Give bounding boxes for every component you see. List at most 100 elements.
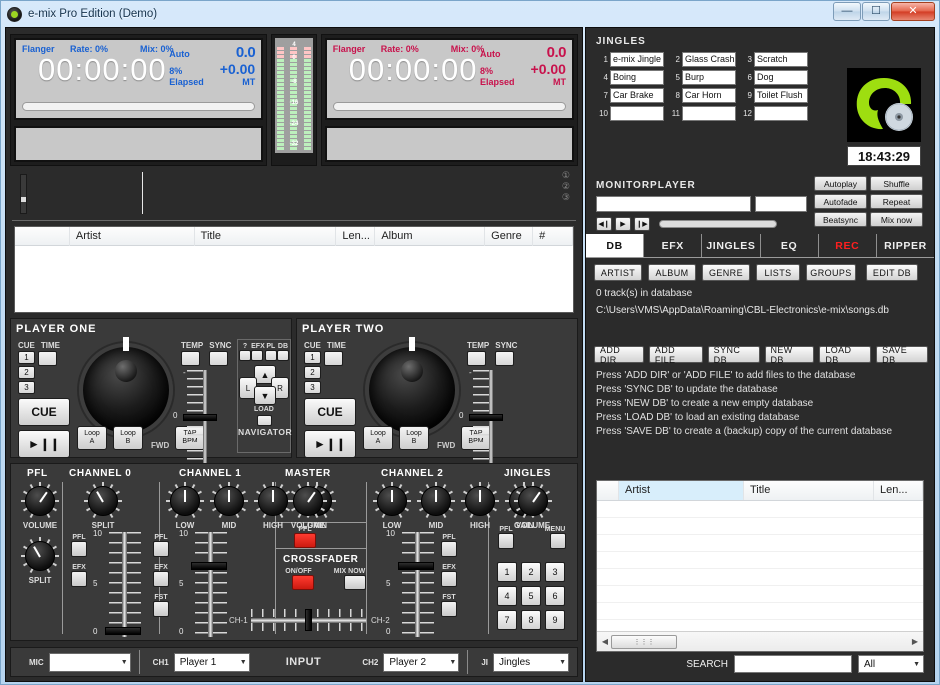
crossfader-onoff-button[interactable] — [292, 575, 314, 590]
shuffle-button[interactable]: Shuffle — [870, 176, 923, 191]
ji-select[interactable]: Jingles ▼ — [493, 652, 569, 672]
ch2-mid-knob[interactable] — [417, 482, 455, 520]
jingle-field-9[interactable]: Toilet Flush — [754, 88, 808, 103]
player-two-temp-button[interactable] — [467, 351, 486, 366]
player-two-play-pause-button[interactable]: ►❙❙ — [304, 430, 356, 458]
mixnow-button[interactable]: Mix now — [870, 212, 923, 227]
jingle-pad-4[interactable]: 4 — [497, 586, 517, 606]
player-one-cue-2[interactable]: 2 — [18, 366, 35, 379]
jingle-field-10[interactable] — [610, 106, 664, 121]
db-table-body[interactable] — [597, 501, 923, 631]
player-two-loop-b[interactable]: Loop B — [399, 426, 429, 450]
ch2-pfl-button[interactable] — [441, 541, 457, 557]
db-table-hscrollbar[interactable]: ◀ ⋮⋮⋮ ▶ — [597, 631, 923, 651]
ch0-split-knob[interactable] — [84, 482, 122, 520]
tab-jingles[interactable]: JINGLES — [702, 234, 761, 257]
player-one-cue-button[interactable]: CUE — [18, 398, 70, 426]
player-two-jogwheel[interactable] — [365, 337, 459, 437]
player-two-cue-3[interactable]: 3 — [304, 381, 321, 394]
waveform-marker-3[interactable]: ③ — [562, 192, 570, 203]
playlist-col-length[interactable]: Len... — [336, 227, 376, 246]
player-one-temp-button[interactable] — [181, 351, 200, 366]
player-two-cue-2[interactable]: 2 — [304, 366, 321, 379]
ch1-fst-button[interactable] — [153, 601, 169, 617]
db-addfile-button[interactable]: ADD FILE — [648, 345, 703, 365]
jingle-pad-1[interactable]: 1 — [497, 562, 517, 582]
ch2-fader-knob[interactable] — [398, 562, 434, 570]
waveform-marker-2[interactable]: ② — [562, 181, 570, 192]
player-one-nav-pl[interactable] — [264, 350, 277, 361]
pfl-volume-knob[interactable] — [21, 482, 59, 520]
jingle-pad-5[interactable]: 5 — [521, 586, 541, 606]
ch1-fader-knob[interactable] — [191, 562, 227, 570]
db-savedb-button[interactable]: SAVE DB — [876, 345, 928, 365]
player-one-play-pause-button[interactable]: ►❙❙ — [18, 430, 70, 458]
player-two-sync-button[interactable] — [495, 351, 515, 366]
jingle-field-12[interactable] — [754, 106, 808, 121]
search-input[interactable] — [734, 655, 852, 673]
jingle-pad-2[interactable]: 2 — [521, 562, 541, 582]
ch1-high-knob[interactable] — [254, 482, 292, 520]
player-one-jogwheel[interactable] — [79, 337, 173, 437]
player-one-time-button[interactable] — [38, 351, 57, 366]
jingle-field-6[interactable]: Dog — [754, 70, 808, 85]
player-two-cue-button[interactable]: CUE — [304, 398, 356, 426]
pfl-split-knob[interactable] — [21, 537, 59, 575]
ch2-volume-fader[interactable]: 10 5 0 — [386, 529, 436, 637]
db-loaddb-button[interactable]: LOAD DB — [819, 345, 872, 365]
tab-ripper[interactable]: RIPPER — [877, 234, 934, 257]
monitorplayer-track-field[interactable] — [596, 196, 751, 212]
ch1-pfl-button[interactable] — [153, 541, 169, 557]
player-one-nav-db[interactable] — [276, 350, 289, 361]
jingle-field-8[interactable]: Car Horn — [682, 88, 736, 103]
ch0-pfl-button[interactable] — [71, 541, 87, 557]
jingle-field-1[interactable]: e-mix Jingle — [610, 52, 664, 67]
player-two-tempo-fader[interactable]: 0 - + — [459, 368, 507, 471]
monitorplayer-prev-button[interactable]: ◀❙ — [596, 217, 612, 231]
db-col-artist[interactable]: Artist — [619, 481, 744, 500]
jingle-pad-8[interactable]: 8 — [521, 610, 541, 630]
player-one-tempo-knob[interactable] — [183, 414, 217, 421]
jingle-field-3[interactable]: Scratch — [754, 52, 808, 67]
player-one-loop-a[interactable]: Loop A — [77, 426, 107, 450]
tab-eq[interactable]: EQ — [761, 234, 819, 257]
waveform-zoom-slider[interactable] — [20, 174, 27, 214]
scroll-left-icon[interactable]: ◀ — [599, 637, 611, 646]
jingle-pad-6[interactable]: 6 — [545, 586, 565, 606]
close-button[interactable]: ✕ — [891, 2, 935, 21]
deck-one-progress-bar[interactable] — [22, 102, 256, 111]
autoplay-button[interactable]: Autoplay — [814, 176, 867, 191]
crossfader-knob[interactable] — [305, 609, 312, 631]
ch1-efx-button[interactable] — [153, 571, 169, 587]
db-newdb-button[interactable]: NEW DB — [764, 345, 815, 365]
beatsync-button[interactable]: Beatsync — [814, 212, 867, 227]
db-adddir-button[interactable]: ADD DIR — [594, 345, 644, 365]
player-one-cue-3[interactable]: 3 — [18, 381, 35, 394]
jingle-field-5[interactable]: Burp — [682, 70, 736, 85]
playlist-col-album[interactable]: Album — [375, 227, 486, 246]
ch1-mid-knob[interactable] — [210, 482, 248, 520]
db-col-0[interactable] — [597, 481, 619, 500]
ch2-fst-button[interactable] — [441, 601, 457, 617]
jingle-field-11[interactable] — [682, 106, 736, 121]
db-col-length[interactable]: Len... — [874, 481, 923, 500]
db-col-title[interactable]: Title — [744, 481, 874, 500]
player-one-load-button[interactable] — [257, 415, 272, 426]
search-filter-select[interactable]: All ▼ — [858, 655, 924, 673]
player-one-loop-b[interactable]: Loop B — [113, 426, 143, 450]
player-one-tempo-fader[interactable]: 0 - + — [173, 368, 221, 471]
monitorplayer-play-button[interactable]: ▶ — [615, 217, 631, 231]
player-two-time-button[interactable] — [324, 351, 343, 366]
jingle-pad-3[interactable]: 3 — [545, 562, 565, 582]
player-one-cue-1[interactable]: 1 — [18, 351, 35, 364]
jingle-field-4[interactable]: Boing — [610, 70, 664, 85]
player-two-loop-a[interactable]: Loop A — [363, 426, 393, 450]
ch1-select[interactable]: Player 1 ▼ — [173, 652, 250, 672]
player-one-nav-help[interactable] — [239, 350, 252, 361]
repeat-button[interactable]: Repeat — [870, 194, 923, 209]
ch0-efx-button[interactable] — [71, 571, 87, 587]
jingle-field-2[interactable]: Glass Crash — [682, 52, 736, 67]
monitorplayer-time-field[interactable] — [755, 196, 807, 212]
scroll-right-icon[interactable]: ▶ — [909, 637, 921, 646]
player-one-sync-button[interactable] — [209, 351, 229, 366]
